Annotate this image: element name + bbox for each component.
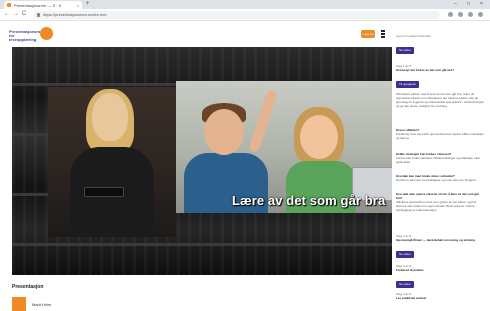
section-text: Still åpne spørsmål om hva som gjorde at… xyxy=(396,200,477,212)
sidebar-section-video: Hvordan kan man bruke video i arbeidet? … xyxy=(396,174,486,182)
step-title[interactable]: Hva betyr det å lære av det som går bra? xyxy=(396,68,486,72)
presenter-face xyxy=(92,93,128,141)
tab-close-icon[interactable]: × xyxy=(77,3,79,8)
presenter-image xyxy=(48,87,176,237)
window-close-icon[interactable]: × xyxy=(480,1,483,7)
address-bar[interactable]: https://presentasjonsrom.no/les-mer xyxy=(34,11,440,19)
minimize-icon[interactable]: – xyxy=(454,1,457,7)
presenter-tablet xyxy=(84,187,124,197)
step-title[interactable]: Gjennomgå filmen — lærerdebatt om lesing… xyxy=(396,238,486,242)
step-title[interactable]: Forbered til praksis xyxy=(396,268,486,272)
reload-icon[interactable]: C xyxy=(22,11,26,18)
watch-video-button[interactable]: Se video xyxy=(396,47,414,54)
sidebar-step-1: Steg 1 av 6 Hva betyr det å lære av det … xyxy=(396,64,486,90)
girl-face xyxy=(300,115,338,159)
steps-sidebar: Les om hvordan du bruker Se video Steg 1… xyxy=(396,28,486,311)
sidebar-section-questions: Hva skal man spørre elevene om for å lær… xyxy=(396,192,486,212)
boy-raised-arm xyxy=(248,89,278,153)
watch-video-button[interactable]: Se video xyxy=(396,251,414,258)
forward-icon[interactable]: → xyxy=(13,11,19,18)
author-name[interactable]: Marit Holm xyxy=(32,302,51,307)
browser-tab-bar: Presentasjonsrom — S · K × + – □ × xyxy=(0,0,490,9)
sidebar-step-3: Steg 3 av 6 Forbered til praksis Se vide… xyxy=(396,264,486,290)
sidebar-step-4: Steg 4 av 6 Les praktiske øvelser xyxy=(396,292,486,300)
sidebar-intro: Les om hvordan du bruker Se video xyxy=(396,34,486,56)
step-description: Når lærere jobber med å lære av det som … xyxy=(396,92,485,108)
site-logo-icon[interactable] xyxy=(40,27,53,40)
site-favicon-icon xyxy=(7,3,11,7)
sidebar-description: Når lærere jobber med å lære av det som … xyxy=(396,92,486,108)
watch-video-button[interactable]: Se video xyxy=(396,281,414,288)
go-to-task-button[interactable]: Til oppgaven xyxy=(396,81,420,88)
new-tab-button[interactable]: + xyxy=(86,1,90,8)
video-player[interactable]: Lære av det som går bra xyxy=(12,47,392,275)
author-avatar xyxy=(12,297,26,311)
step-title[interactable]: Les praktiske øvelser xyxy=(396,296,486,300)
browser-tab[interactable]: Presentasjonsrom — S · K × xyxy=(4,1,82,9)
browser-toolbar: ← → C https://presentasjonsrom.no/les-me… xyxy=(0,9,490,21)
bookshelf-divider xyxy=(12,243,392,246)
lock-icon xyxy=(37,13,40,17)
back-icon[interactable]: ← xyxy=(4,11,10,18)
section-heading[interactable]: Hva skal man spørre elevene om for å lær… xyxy=(396,192,486,200)
sidebar-intro-text: Les om hvordan du bruker xyxy=(396,34,432,38)
section-text: Lærere kan bruke samtaler, tilbakemeldin… xyxy=(396,156,481,164)
browser-menu-icon[interactable] xyxy=(478,12,483,17)
site-logo-text[interactable]: Presentasjonsrom for leseopplæring xyxy=(9,30,44,42)
login-button[interactable]: Logg inn xyxy=(361,30,375,38)
sidebar-step-2: Steg 2 av 6 Gjennomgå filmen — lærerdeba… xyxy=(396,234,486,260)
sidebar-section-strategies: Hvilke strategier kan brukes i klassen? … xyxy=(396,152,486,164)
section-text: Forskning viser at positiv oppmerksomhet… xyxy=(396,132,484,140)
bookmark-star-icon[interactable] xyxy=(448,12,453,17)
sidebar-section-effect: Hva er effekten? Forskning viser at posi… xyxy=(396,128,486,140)
tab-title: Presentasjonsrom — S · K xyxy=(14,2,62,8)
profile-icon[interactable] xyxy=(468,12,473,17)
hamburger-menu-icon[interactable] xyxy=(381,30,386,39)
address-url: https://presentasjonsrom.no/les-mer xyxy=(43,12,107,17)
section-text: Se filmen sammen med kollegaer og noter … xyxy=(396,178,477,182)
boy-face xyxy=(204,109,244,155)
presentation-title: Presentasjon xyxy=(12,284,44,290)
extensions-icon[interactable] xyxy=(458,12,463,17)
maximize-icon[interactable]: □ xyxy=(467,1,470,7)
video-caption: Lære av det som går bra xyxy=(232,193,386,208)
